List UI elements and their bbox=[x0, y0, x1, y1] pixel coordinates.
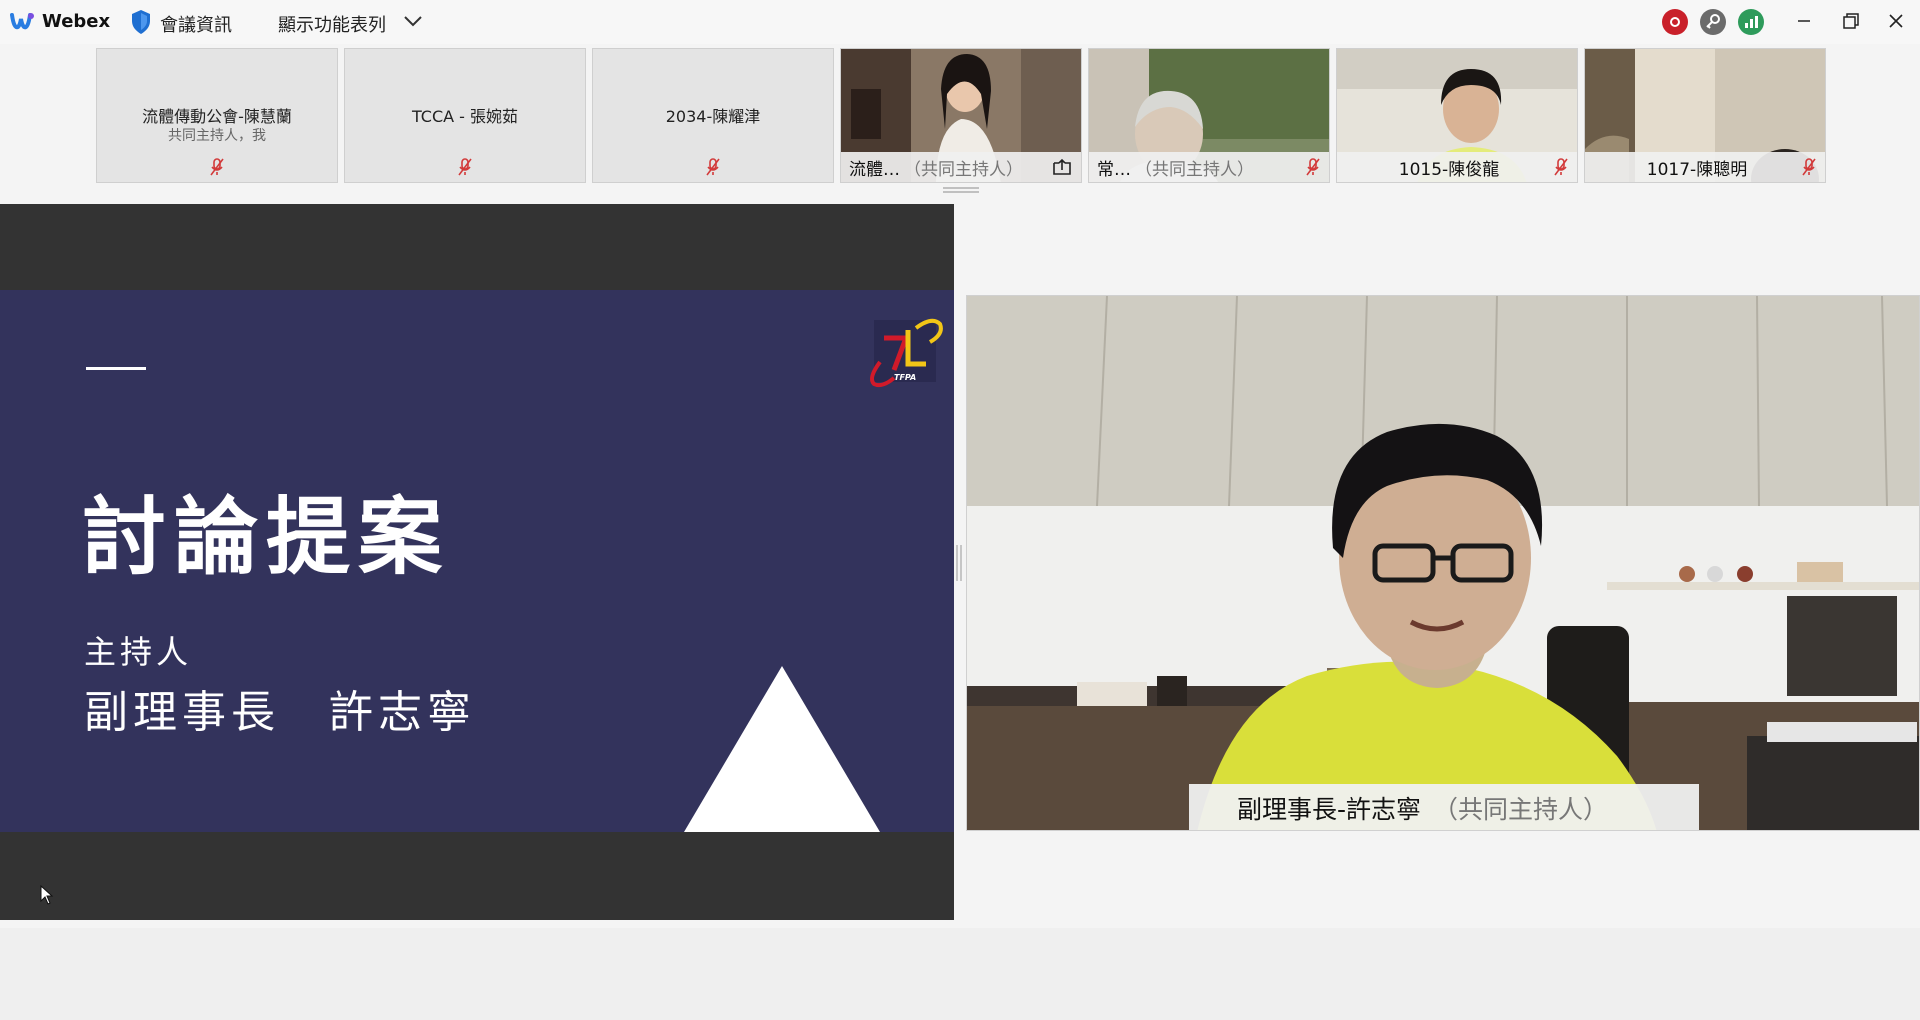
shield-icon[interactable] bbox=[130, 9, 152, 35]
slide-host-label: 主持人 bbox=[84, 633, 193, 671]
slide-triangle-decoration bbox=[684, 666, 880, 832]
muted-mic-icon bbox=[458, 158, 472, 176]
slide-title: 討論提案 bbox=[82, 488, 451, 586]
participant-tile[interactable]: 流體傳動公會-陳慧蘭 共同主持人，我 bbox=[96, 48, 338, 183]
muted-mic-icon bbox=[1306, 158, 1320, 176]
speaker-caption: 副理事長-許志寧 （共同主持人） bbox=[1189, 784, 1699, 830]
participant-video-tile[interactable]: 常… （共同主持人） bbox=[1088, 48, 1330, 183]
participant-caption: 1015-陳俊龍 bbox=[1337, 152, 1577, 182]
meeting-info-button[interactable]: 會議資訊 bbox=[160, 11, 232, 37]
participant-caption: 1017-陳聰明 bbox=[1585, 152, 1825, 182]
key-icon[interactable] bbox=[1700, 9, 1726, 35]
chevron-down-icon[interactable] bbox=[403, 13, 423, 29]
app-name: Webex bbox=[42, 11, 111, 32]
share-screen-icon bbox=[1053, 158, 1071, 175]
presentation-slide: TFPA 討論提案 主持人 副理事長 許志寧 bbox=[0, 290, 954, 832]
participant-role: （共同主持人） bbox=[1135, 159, 1254, 180]
bottom-control-bar bbox=[0, 928, 1920, 1020]
muted-mic-icon bbox=[706, 158, 720, 176]
muted-mic-icon bbox=[1554, 158, 1568, 176]
participant-tile[interactable]: 2034-陳耀津 bbox=[592, 48, 834, 183]
logo-text: TFPA bbox=[894, 373, 916, 382]
participant-name: 1015-陳俊龍 bbox=[1398, 159, 1500, 180]
participant-name: 流體… bbox=[849, 159, 900, 180]
title-bar: Webex 會議資訊 顯示功能表列 bbox=[0, 0, 1920, 44]
tfpa-logo: TFPA bbox=[870, 318, 943, 388]
minimize-icon[interactable] bbox=[1784, 6, 1824, 36]
panel-splitter-handle[interactable] bbox=[955, 545, 963, 581]
show-menu-bar-button[interactable]: 顯示功能表列 bbox=[278, 11, 386, 37]
participant-name: 常… bbox=[1097, 159, 1131, 180]
slide-accent-line bbox=[86, 367, 146, 370]
restore-icon[interactable] bbox=[1830, 6, 1870, 36]
webex-logo-icon bbox=[10, 13, 34, 30]
participant-caption: 常… （共同主持人） bbox=[1089, 152, 1329, 182]
active-speaker-video[interactable]: 副理事長-許志寧 （共同主持人） bbox=[966, 295, 1920, 831]
participant-name: 1017-陳聰明 bbox=[1646, 159, 1748, 180]
muted-mic-icon bbox=[210, 158, 224, 176]
participant-name: TCCA - 張婉茹 bbox=[411, 107, 519, 126]
participant-name: 2034-陳耀津 bbox=[665, 107, 761, 126]
participant-video-tile[interactable]: 1015-陳俊龍 bbox=[1336, 48, 1578, 183]
participant-video-tile[interactable]: 流體… （共同主持人） bbox=[840, 48, 1082, 183]
participant-tile[interactable]: TCCA - 張婉茹 bbox=[344, 48, 586, 183]
slide-host-name: 副理事長 許志寧 bbox=[84, 687, 476, 738]
shared-content-area[interactable]: TFPA 討論提案 主持人 副理事長 許志寧 bbox=[0, 204, 954, 920]
mouse-cursor-icon bbox=[40, 885, 54, 905]
participant-subtitle: 共同主持人，我 bbox=[168, 128, 266, 144]
speaker-role: （共同主持人） bbox=[1433, 795, 1609, 824]
speaker-video-feed bbox=[967, 296, 1919, 830]
participant-caption: 流體… （共同主持人） bbox=[841, 152, 1081, 182]
speaker-name: 副理事長-許志寧 bbox=[1237, 795, 1422, 824]
participant-name: 流體傳動公會-陳慧蘭 bbox=[142, 107, 292, 126]
participant-video-tile[interactable]: 1017-陳聰明 bbox=[1584, 48, 1826, 183]
network-stats-icon[interactable] bbox=[1738, 9, 1764, 35]
strip-resize-handle[interactable] bbox=[943, 187, 979, 193]
participant-role: （共同主持人） bbox=[904, 159, 1023, 180]
close-icon[interactable] bbox=[1876, 6, 1916, 36]
recording-indicator-icon[interactable] bbox=[1662, 9, 1688, 35]
muted-mic-icon bbox=[1802, 158, 1816, 176]
